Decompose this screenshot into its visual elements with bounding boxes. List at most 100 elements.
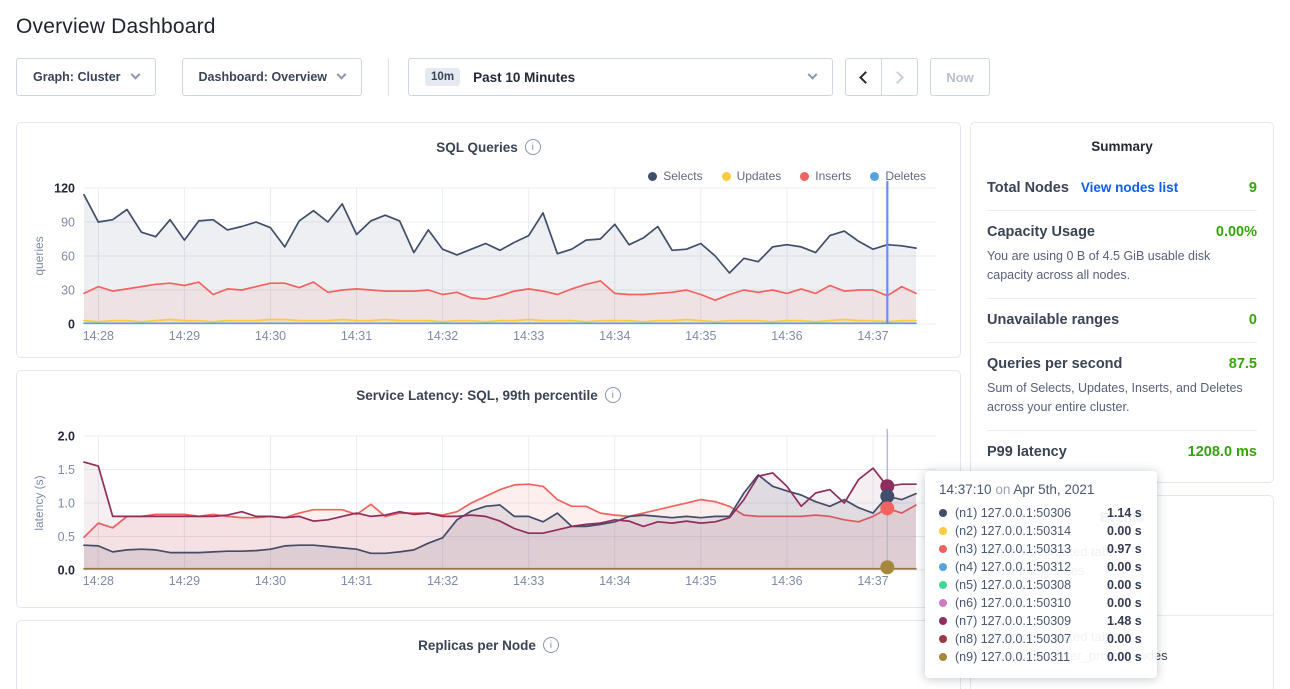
unavailable-ranges-value: 0: [1249, 312, 1257, 328]
events-title: Events: [971, 510, 1273, 525]
sql-queries-chart[interactable]: 14:2814:2914:3014:3114:3214:3314:3414:35…: [33, 177, 946, 347]
chevron-right-icon: [891, 71, 904, 84]
svg-text:14:32: 14:32: [427, 574, 458, 588]
event-row[interactable]: User root created table movr.public.rides: [971, 531, 1273, 615]
latency-chart-card: Service Latency: SQL, 99th percentile i …: [16, 370, 961, 608]
events-list: User root created table movr.public.rides…: [971, 531, 1273, 678]
info-icon[interactable]: i: [543, 637, 559, 653]
queries-per-second-label: Queries per second: [987, 356, 1122, 372]
unavailable-ranges-row: Unavailable ranges 0: [987, 298, 1257, 342]
svg-text:queries: queries: [33, 236, 46, 275]
svg-text:14:35: 14:35: [685, 574, 716, 588]
time-range-picker[interactable]: 10m Past 10 Minutes: [408, 58, 833, 96]
svg-text:14:37: 14:37: [857, 329, 888, 343]
page-title: Overview Dashboard: [0, 0, 1290, 39]
time-prev-button[interactable]: [845, 58, 882, 96]
legend-dot: [648, 172, 657, 181]
event-detail: movr.public.rides: [987, 562, 1257, 581]
queries-per-second-desc: Sum of Selects, Updates, Inserts, and De…: [987, 379, 1257, 416]
time-range-label: Past 10 Minutes: [473, 70, 575, 85]
svg-text:0.5: 0.5: [58, 530, 75, 544]
legend-dot: [870, 172, 879, 181]
info-icon[interactable]: i: [525, 139, 541, 155]
replicas-chart-title: Replicas per Node i: [17, 637, 960, 653]
time-next-button[interactable]: [881, 58, 918, 96]
svg-text:14:37: 14:37: [857, 574, 888, 588]
summary-title: Summary: [971, 139, 1273, 154]
svg-text:14:31: 14:31: [341, 574, 372, 588]
svg-text:14:36: 14:36: [771, 329, 802, 343]
svg-text:14:33: 14:33: [513, 574, 544, 588]
chevron-left-icon: [859, 71, 872, 84]
sql-queries-legend: Selects Updates Inserts Deletes: [648, 169, 926, 183]
summary-sidebar: Summary Total Nodes View nodes list 9 Ca…: [970, 122, 1274, 689]
dashboard-controls: Graph: Cluster Dashboard: Overview 10m P…: [16, 58, 1274, 96]
svg-text:latency (s): latency (s): [33, 475, 46, 530]
summary-card: Summary Total Nodes View nodes list 9 Ca…: [970, 122, 1274, 483]
legend-dot: [800, 172, 809, 181]
svg-text:14:29: 14:29: [169, 329, 200, 343]
event-detail: movr.public.user_promo_codes: [987, 647, 1257, 666]
total-nodes-row: Total Nodes View nodes list 9: [987, 167, 1257, 210]
chevron-down-icon: [130, 69, 140, 79]
capacity-usage-value: 0.00%: [1216, 224, 1257, 240]
summary-body: Total Nodes View nodes list 9 Capacity U…: [971, 164, 1273, 474]
total-nodes-label: Total Nodes: [987, 180, 1069, 196]
svg-text:1.0: 1.0: [58, 497, 75, 511]
event-message: User root created table: [987, 629, 1119, 644]
svg-text:14:34: 14:34: [599, 574, 630, 588]
p99-latency-row: P99 latency 1208.0 ms: [987, 430, 1257, 474]
svg-text:120: 120: [54, 182, 75, 196]
now-button[interactable]: Now: [930, 58, 990, 96]
charts-column: SQL Queries i Selects Updates Inserts Delet…: [16, 122, 961, 689]
chevron-down-icon: [808, 69, 818, 79]
svg-text:14:28: 14:28: [83, 574, 114, 588]
controls-divider: [388, 58, 389, 96]
svg-text:14:29: 14:29: [169, 574, 200, 588]
legend-item-inserts[interactable]: Inserts: [800, 169, 851, 183]
capacity-usage-label: Capacity Usage: [987, 224, 1095, 240]
graph-dropdown-label: Graph: Cluster: [33, 70, 121, 84]
legend-label: Selects: [663, 169, 702, 183]
svg-text:14:34: 14:34: [599, 329, 630, 343]
svg-text:14:30: 14:30: [255, 329, 286, 343]
legend-label: Updates: [737, 169, 782, 183]
events-card: Events User root created table movr.publi…: [970, 495, 1274, 689]
p99-latency-label: P99 latency: [987, 444, 1067, 460]
sql-queries-chart-title: SQL Queries i: [17, 139, 960, 155]
dashboard-dropdown[interactable]: Dashboard: Overview: [182, 58, 363, 96]
legend-label: Deletes: [885, 169, 926, 183]
latency-chart-title: Service Latency: SQL, 99th percentile i: [17, 387, 960, 403]
event-message: User root created table: [987, 544, 1119, 559]
svg-text:14:36: 14:36: [771, 574, 802, 588]
legend-dot: [722, 172, 731, 181]
svg-text:0: 0: [68, 318, 75, 332]
latency-chart[interactable]: 14:28 14:29 14:30 14:31 14:32 14:33 14:34 14:35…: [33, 425, 946, 595]
capacity-usage-desc: You are using 0 B of 4.5 GiB usable disk…: [987, 247, 1257, 284]
view-nodes-list-link[interactable]: View nodes list: [1081, 180, 1178, 195]
legend-item-updates[interactable]: Updates: [722, 169, 782, 183]
queries-per-second-value: 87.5: [1229, 356, 1257, 372]
svg-text:14:35: 14:35: [685, 329, 716, 343]
legend-item-deletes[interactable]: Deletes: [870, 169, 926, 183]
svg-text:0.0: 0.0: [58, 564, 75, 578]
replicas-chart-card: Replicas per Node i: [16, 620, 961, 689]
svg-text:14:32: 14:32: [427, 329, 458, 343]
svg-text:14:33: 14:33: [513, 329, 544, 343]
legend-label: Inserts: [815, 169, 851, 183]
p99-latency-value: 1208.0 ms: [1188, 444, 1257, 460]
sql-queries-chart-card: SQL Queries i Selects Updates Inserts Delet…: [16, 122, 961, 358]
svg-text:1.5: 1.5: [58, 463, 75, 477]
svg-text:30: 30: [61, 284, 75, 298]
svg-text:14:30: 14:30: [255, 574, 286, 588]
event-row[interactable]: User root created table movr.public.user_…: [971, 615, 1273, 678]
legend-item-selects[interactable]: Selects: [648, 169, 702, 183]
svg-text:90: 90: [61, 216, 75, 230]
dashboard-dropdown-label: Dashboard: Overview: [199, 70, 328, 84]
graph-dropdown[interactable]: Graph: Cluster: [16, 58, 156, 96]
time-range-badge: 10m: [425, 68, 460, 86]
total-nodes-value: 9: [1249, 180, 1257, 196]
unavailable-ranges-label: Unavailable ranges: [987, 312, 1119, 328]
info-icon[interactable]: i: [605, 387, 621, 403]
capacity-usage-row: Capacity Usage 0.00% You are using 0 B o…: [987, 210, 1257, 298]
